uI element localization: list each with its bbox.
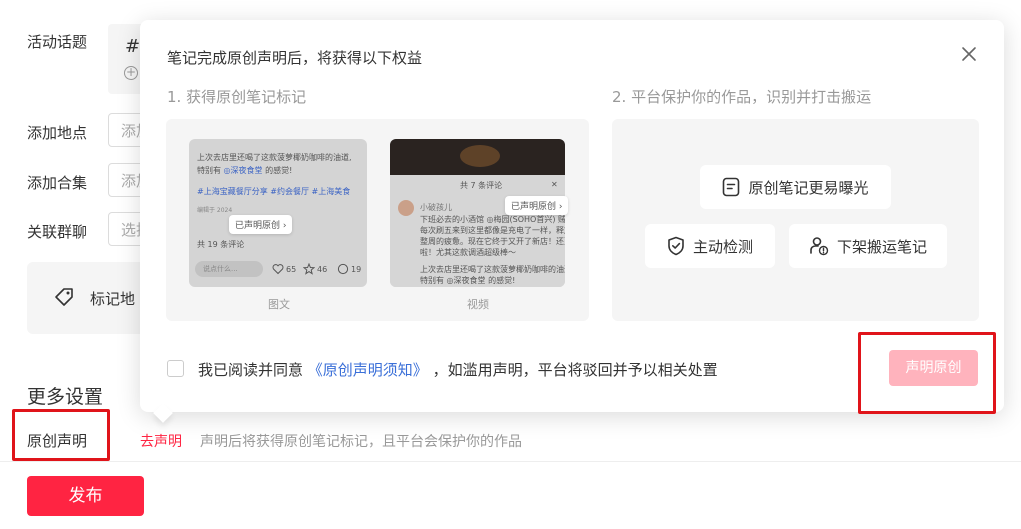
comment-icon	[337, 263, 349, 275]
video-caption: 视频	[467, 298, 489, 311]
publish-button[interactable]: 发布	[27, 476, 144, 516]
agree-text: 我已阅读并同意 《原创声明须知》 ，如滥用声明，平台将驳回并予以相关处置	[198, 361, 718, 379]
protection-panel	[612, 119, 979, 321]
close-icon[interactable]	[959, 44, 979, 64]
location-label: 添加地点	[27, 124, 88, 142]
image-text-caption: 图文	[268, 298, 290, 311]
agreement-link[interactable]: 《原创声明须知》	[308, 361, 428, 379]
topic-label: 活动话题	[27, 33, 88, 51]
group-chat-label: 关联群聊	[27, 223, 88, 241]
video-original-badge: 已声明原创 ›	[505, 196, 569, 215]
declare-hint: 声明后将获得原创笔记标记，且平台会保护你的作品	[200, 434, 522, 450]
footer-divider	[0, 461, 1021, 462]
user-alert-icon	[810, 237, 829, 256]
star-icon	[303, 263, 315, 275]
original-declaration-label: 原创声明	[27, 432, 88, 450]
agree-checkbox[interactable]	[167, 360, 184, 377]
section1-title: 1. 获得原创笔记标记	[167, 88, 307, 106]
topic-hash: #	[125, 36, 141, 57]
shield-check-icon	[668, 236, 684, 256]
document-icon	[723, 177, 740, 197]
heart-icon	[272, 264, 284, 275]
go-declare-link[interactable]: 去声明	[140, 431, 182, 451]
collection-label: 添加合集	[27, 174, 88, 192]
declare-original-button[interactable]: 声明原创	[889, 350, 978, 386]
image-text-original-badge: 已声明原创 ›	[229, 215, 293, 234]
add-topic-icon[interactable]: +	[124, 66, 138, 80]
mark-location-label: 标记地	[90, 290, 136, 308]
section2-title: 2. 平台保护你的作品，识别并打击搬运	[612, 88, 872, 106]
more-settings-heading: 更多设置	[27, 386, 104, 408]
detect-benefit: 主动检测	[645, 224, 775, 268]
exposure-benefit: 原创笔记更易曝光	[700, 165, 891, 209]
tag-icon	[55, 288, 73, 306]
takedown-benefit: 下架搬运笔记	[789, 224, 947, 268]
image-text-preview: 上次去店里还喝了这款菠萝椰奶咖啡的油道, 特别有 ◎深夜食堂 的感觉! #上海宝…	[189, 139, 367, 287]
popup-title: 笔记完成原创声明后，将获得以下权益	[167, 49, 423, 67]
